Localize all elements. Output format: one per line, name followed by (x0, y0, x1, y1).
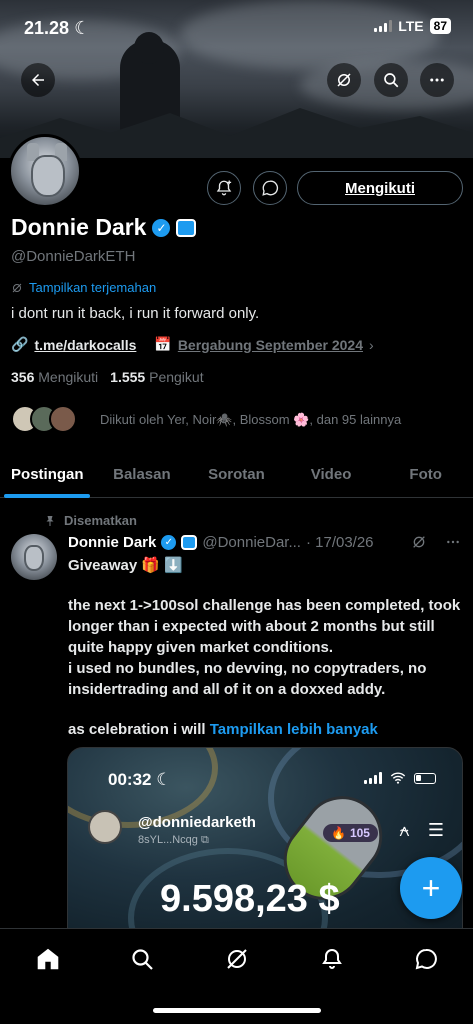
post-line: Giveaway 🎁 ⬇️ (68, 557, 183, 574)
back-button[interactable] (21, 63, 55, 97)
grok-icon (337, 73, 351, 87)
post-media[interactable]: 00:32 ☾ @donniedarketh 8sYL...Ncqg ⧉ 🔥 10… (67, 747, 463, 947)
network-label: LTE (398, 18, 424, 34)
post-paragraph: i used no bundles, no devving, no copytr… (68, 660, 427, 698)
avatar (88, 810, 122, 844)
post-paragraph: as celebration i will Tampilkan lebih ba… (68, 721, 378, 738)
affiliate-badge-icon (181, 535, 198, 550)
followers-avatars[interactable] (11, 405, 77, 433)
tab-sorotan[interactable]: Sorotan (189, 452, 284, 497)
verified-badge-icon[interactable]: ✓ (152, 218, 171, 237)
home-indicator[interactable] (153, 1008, 321, 1013)
follow-counts: 356 Mengikuti 1.555 Pengikut (11, 369, 204, 385)
grok-icon[interactable] (411, 534, 427, 550)
post-author-handle[interactable]: @DonnieDar... (202, 534, 301, 551)
tab-foto[interactable]: Foto (378, 452, 473, 497)
status-bar: 21.28 ☾ LTE 87 (0, 16, 473, 40)
more-icon[interactable] (445, 534, 461, 550)
copy-icon: ⧉ (200, 834, 209, 846)
post-date[interactable]: · 17/03/26 (306, 534, 374, 551)
more-button[interactable] (420, 63, 454, 97)
pin-icon (46, 515, 54, 526)
profile-link[interactable]: t.me/darkocalls (34, 337, 136, 353)
following-count[interactable]: 356 Mengikuti (11, 369, 98, 385)
message-icon (415, 948, 437, 970)
affiliate-badge-icon[interactable] (176, 218, 197, 237)
show-more-link[interactable]: Tampilkan lebih banyak (210, 721, 378, 738)
notify-button[interactable] (207, 171, 241, 205)
flame-icon: 🔥 (331, 826, 346, 840)
media-status-icons (364, 772, 436, 784)
avatar (49, 405, 77, 433)
post-author-name[interactable]: Donnie Dark (68, 534, 156, 551)
following-button[interactable]: Mengikuti (297, 171, 463, 205)
home-icon (37, 948, 59, 970)
followers-count[interactable]: 1.555 Pengikut (110, 369, 203, 385)
nav-notifications[interactable] (318, 945, 346, 973)
grok-icon (12, 283, 22, 292)
media-badge: 🔥 105 (323, 824, 378, 842)
media-icons: ⍲ ☰ (399, 820, 444, 841)
battery-icon (414, 772, 436, 784)
plus-icon: + (421, 869, 441, 906)
followed-by-text[interactable]: Diikuti oleh Yer, Noir🕷️, Blossom 🌸, dan… (100, 412, 401, 428)
calendar-icon: 📅 (154, 336, 172, 352)
message-icon (262, 180, 279, 196)
search-button[interactable] (374, 63, 408, 97)
pinned-label: Disematkan (44, 513, 137, 528)
post-actions (411, 534, 461, 550)
nav-grok[interactable] (223, 945, 251, 973)
arrow-left-icon (32, 74, 44, 86)
joined-date[interactable]: Bergabung September 2024 (178, 337, 363, 353)
grok-icon (227, 949, 247, 969)
search-icon (132, 949, 153, 970)
add-user-icon: ⍲ (399, 820, 410, 840)
moon-icon: ☾ (156, 770, 172, 789)
signal-icon (374, 20, 393, 32)
battery-indicator: 87 (429, 18, 451, 34)
wifi-icon (390, 772, 406, 784)
post-header: Donnie Dark ✓ @DonnieDar... · 17/03/26 (68, 534, 374, 551)
message-button[interactable] (253, 171, 287, 205)
post-paragraph: the next 1->100sol challenge has been co… (68, 597, 461, 656)
nav-home[interactable] (34, 945, 62, 973)
chevron-right-icon[interactable]: › (369, 337, 374, 353)
status-time: 21.28 ☾ (24, 18, 91, 38)
profile-bio: i dont run it back, i run it forward onl… (11, 305, 260, 322)
verified-badge-icon: ✓ (161, 535, 177, 550)
more-icon (430, 78, 444, 82)
link-icon: 🔗 (11, 336, 29, 352)
profile-name: Donnie Dark ✓ (11, 214, 197, 241)
search-icon (384, 73, 399, 88)
bell-icon (322, 948, 342, 969)
post-body[interactable]: Giveaway 🎁 ⬇️ the next 1->100sol challen… (68, 555, 466, 740)
nav-explore[interactable] (128, 945, 156, 973)
menu-icon: ☰ (427, 820, 444, 840)
moon-icon: ☾ (74, 18, 91, 38)
translate-link[interactable]: Tampilkan terjemahan (11, 280, 156, 295)
tab-postingan[interactable]: Postingan (0, 452, 95, 497)
nav-messages[interactable] (412, 945, 440, 973)
profile-tabs: Postingan Balasan Sorotan Video Foto (0, 452, 473, 498)
media-time: 00:32 ☾ (108, 770, 172, 789)
profile-handle: @DonnieDarkETH (11, 248, 136, 265)
profile-meta: 🔗 t.me/darkocalls 📅 Bergabung September … (11, 336, 374, 353)
grok-button[interactable] (327, 63, 361, 97)
media-address: 8sYL...Ncqg ⧉ (138, 834, 209, 846)
notification-add-icon (216, 180, 232, 196)
profile-avatar[interactable] (8, 134, 82, 208)
tab-video[interactable]: Video (284, 452, 379, 497)
post-avatar[interactable] (11, 534, 57, 580)
tab-balasan[interactable]: Balasan (95, 452, 190, 497)
media-handle: @donniedarketh (138, 814, 256, 831)
compose-button[interactable]: + (400, 857, 462, 919)
signal-icon (364, 772, 382, 784)
